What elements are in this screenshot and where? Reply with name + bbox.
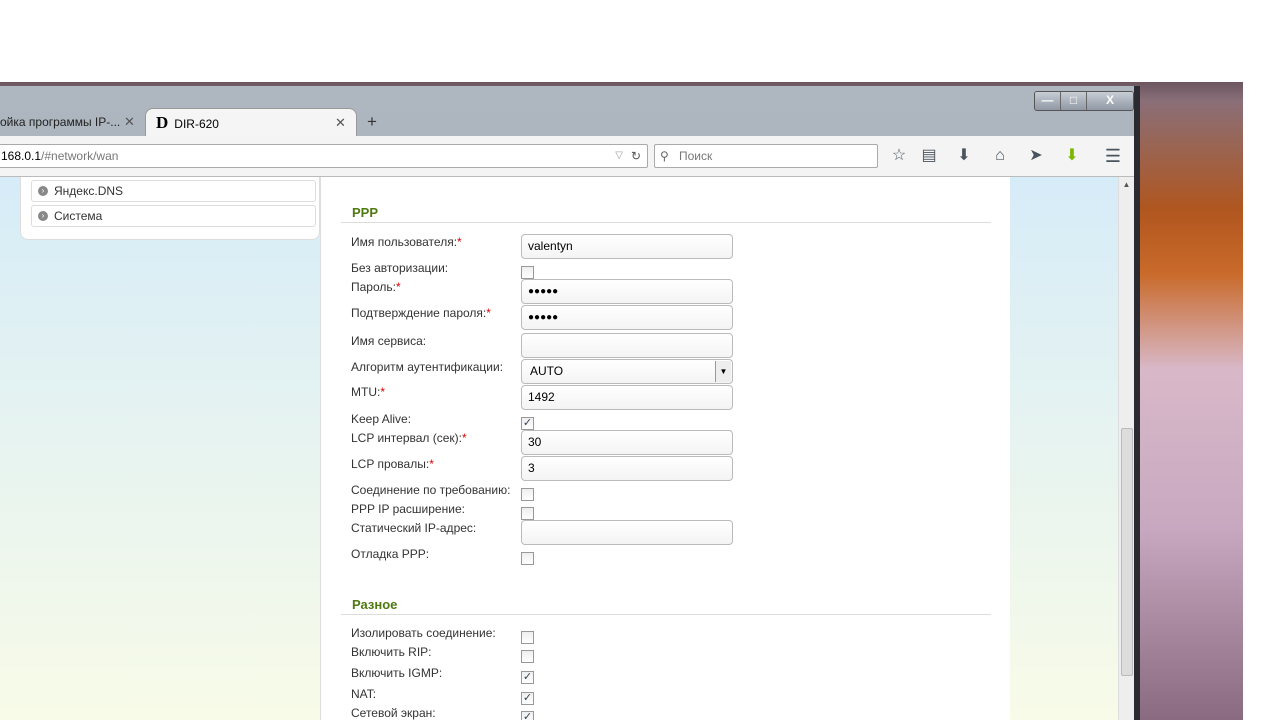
label-auth: Алгоритм аутентификации: [351,360,504,374]
nat-checkbox[interactable]: ✓ [521,692,534,705]
bullet-icon: › [38,211,48,221]
sidebar: › Яндекс.DNS › Система [20,177,320,240]
auth-select[interactable]: AUTO ▼ [521,359,733,384]
url-host: 168.0.1 [1,149,42,163]
sidebar-item-label: Система [54,209,103,223]
static-ip-input[interactable] [521,520,733,545]
dropdown-history-icon[interactable]: ▽ [615,145,623,167]
label-igmp: Включить IGMP: [351,666,443,680]
label-lcp-interval: LCP интервал (сек):* [351,431,467,445]
sidebar-item-yandex-dns[interactable]: › Яндекс.DNS [31,180,316,202]
close-tab-icon[interactable]: ✕ [335,109,346,137]
label-service: Имя сервиса: [351,334,427,348]
new-tab-button[interactable]: + [367,108,377,136]
chevron-down-icon[interactable]: ▼ [715,361,731,382]
password-confirm-input[interactable]: ●●●●● [521,305,733,330]
username-input[interactable]: valentyn [521,234,733,259]
tab-ip-program[interactable]: ойка программы IP-... ✕ [0,108,145,136]
service-input[interactable] [521,333,733,358]
on-demand-checkbox[interactable] [521,488,534,501]
ip-ext-checkbox[interactable] [521,507,534,520]
igmp-checkbox[interactable]: ✓ [521,671,534,684]
search-placeholder: Поиск [679,149,713,163]
debug-checkbox[interactable] [521,552,534,565]
label-isolate: Изолировать соединение: [351,626,496,640]
section-title-ppp: PPP [341,205,991,223]
bookmarks-list-icon[interactable]: ▤ [918,146,940,168]
url-path: /#network/wan [41,149,119,163]
mtu-input[interactable]: 1492 [521,385,733,410]
maximize-button[interactable]: □ [1061,92,1087,110]
lcp-fails-input[interactable]: 3 [521,456,733,481]
menu-icon[interactable]: ☰ [1102,146,1124,168]
dlink-favicon: D [156,113,169,132]
tab-dir-620[interactable]: D DIR-620 ✕ [145,108,357,136]
label-lcp-fails: LCP провалы:* [351,457,434,471]
send-icon[interactable]: ➤ [1025,146,1047,168]
sidebar-item-label: Яндекс.DNS [54,184,124,198]
lcp-interval-input[interactable]: 30 [521,430,733,455]
search-icon: ⚲ [660,149,669,163]
label-password: Пароль:* [351,280,401,294]
label-static-ip: Статический IP-адрес: [351,521,477,535]
home-icon[interactable]: ⌂ [989,146,1011,168]
main-panel: PPP Имя пользователя:* valentyn Без авто… [320,177,1010,720]
page-content: › Яндекс.DNS › Система PPP Имя пользовател… [0,177,1118,720]
label-nat: NAT: [351,687,377,701]
label-firewall: Сетевой экран: [351,706,436,720]
close-window-button[interactable]: X [1087,92,1133,110]
search-input[interactable]: ⚲ Поиск [654,144,878,168]
download-helper-icon[interactable]: ⬇ [1061,146,1083,168]
tab-label: ойка программы IP-... [0,115,121,129]
scroll-up-arrow-icon[interactable]: ▲ [1119,177,1134,193]
firewall-checkbox[interactable]: ✓ [521,711,534,720]
label-ip-ext: PPP IP расширение: [351,502,465,516]
reload-icon[interactable]: ↻ [631,145,641,167]
noauth-checkbox[interactable] [521,266,534,279]
label-username: Имя пользователя:* [351,235,462,249]
label-rip: Включить RIP: [351,645,432,659]
minimize-button[interactable]: — [1035,92,1061,110]
label-mtu: MTU:* [351,385,385,399]
password-input[interactable]: ●●●●● [521,279,733,304]
bookmark-star-icon[interactable]: ☆ [888,146,910,168]
keepalive-checkbox[interactable]: ✓ [521,417,534,430]
download-icon[interactable]: ⬇ [953,146,975,168]
vertical-scrollbar[interactable]: ▲ [1118,177,1134,720]
url-bar[interactable]: 168.0.1/#network/wan ▽ ↻ [0,144,648,168]
window-controls: — □ X [1034,91,1134,111]
section-title-misc: Разное [341,597,991,615]
isolate-checkbox[interactable] [521,631,534,644]
bullet-icon: › [38,186,48,196]
scrollbar-thumb[interactable] [1121,428,1133,676]
close-tab-icon[interactable]: ✕ [124,108,135,136]
auth-select-value: AUTO [530,364,564,378]
label-noauth: Без авторизации: [351,261,449,275]
label-keepalive: Keep Alive: [351,412,412,426]
sidebar-item-system[interactable]: › Система [31,205,316,227]
label-debug: Отладка PPP: [351,547,430,561]
rip-checkbox[interactable] [521,650,534,663]
nav-toolbar: 168.0.1/#network/wan ▽ ↻ ⚲ Поиск ☆ ▤ ⬇ ⌂ … [0,136,1134,177]
label-password-confirm: Подтверждение пароля:* [351,306,491,320]
label-on-demand: Соединение по требованию: [351,483,511,497]
tab-label: DIR-620 [174,117,219,131]
